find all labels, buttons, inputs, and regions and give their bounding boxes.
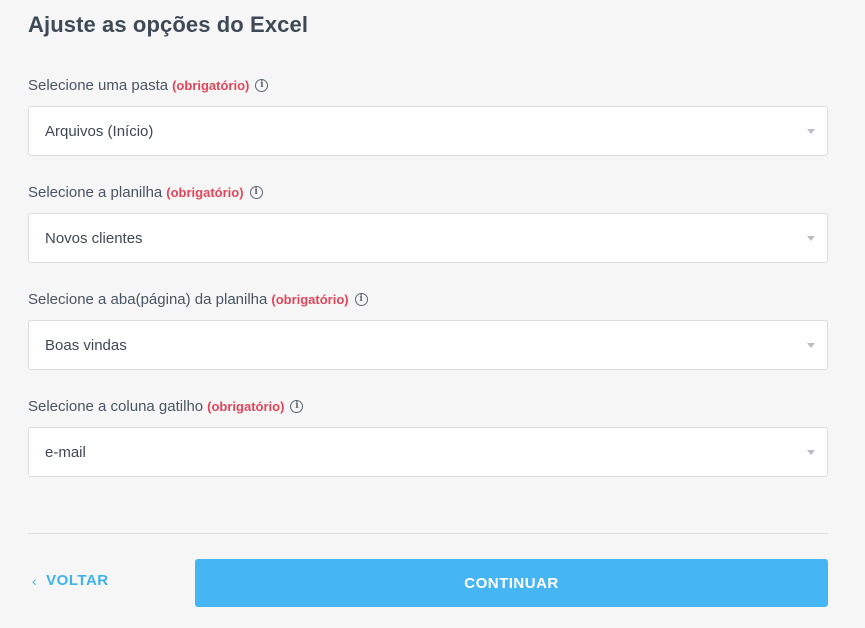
required-tag: (obrigatório) bbox=[172, 77, 250, 93]
back-button[interactable]: ‹ VOLTAR bbox=[32, 572, 109, 589]
folder-select[interactable]: Arquivos (Início) bbox=[28, 106, 828, 156]
chevron-left-icon: ‹ bbox=[32, 572, 38, 589]
required-tag: (obrigatório) bbox=[166, 184, 244, 200]
info-icon[interactable]: i bbox=[290, 399, 304, 413]
chevron-down-icon bbox=[807, 129, 815, 134]
chevron-down-icon bbox=[807, 236, 815, 241]
continue-button[interactable]: CONTINUAR bbox=[195, 559, 828, 607]
sheet-tab-label-text: Selecione a aba(página) da planilha bbox=[28, 290, 268, 308]
sheet-tab-select-value: Boas vindas bbox=[45, 336, 127, 354]
folder-label: Selecione uma pasta (obrigatório) i bbox=[28, 75, 828, 95]
back-button-label: VOLTAR bbox=[46, 572, 109, 589]
required-tag: (obrigatório) bbox=[271, 291, 349, 307]
sheet-tab-select[interactable]: Boas vindas bbox=[28, 320, 828, 370]
spreadsheet-select[interactable]: Novos clientes bbox=[28, 213, 828, 263]
divider bbox=[28, 533, 828, 534]
chevron-down-icon bbox=[807, 343, 815, 348]
sheet-tab-field: Selecione a aba(página) da planilha (obr… bbox=[28, 289, 828, 370]
spreadsheet-select-value: Novos clientes bbox=[45, 229, 143, 247]
excel-options-page: Ajuste as opções do Excel Selecione uma … bbox=[0, 0, 865, 628]
chevron-down-icon bbox=[807, 450, 815, 455]
info-icon[interactable]: i bbox=[255, 78, 269, 92]
spreadsheet-label: Selecione a planilha (obrigatório) i bbox=[28, 182, 828, 202]
spreadsheet-label-text: Selecione a planilha bbox=[28, 183, 163, 201]
info-icon[interactable]: i bbox=[249, 185, 263, 199]
spreadsheet-field: Selecione a planilha (obrigatório) i Nov… bbox=[28, 182, 828, 263]
folder-select-value: Arquivos (Início) bbox=[45, 122, 154, 140]
required-tag: (obrigatório) bbox=[207, 398, 285, 414]
folder-label-text: Selecione uma pasta bbox=[28, 76, 169, 94]
trigger-column-field: Selecione a coluna gatilho (obrigatório)… bbox=[28, 396, 828, 477]
trigger-column-label-text: Selecione a coluna gatilho bbox=[28, 397, 204, 415]
trigger-column-select[interactable]: e-mail bbox=[28, 427, 828, 477]
page-title: Ajuste as opções do Excel bbox=[28, 12, 309, 37]
folder-field: Selecione uma pasta (obrigatório) i Arqu… bbox=[28, 75, 828, 156]
info-icon[interactable]: i bbox=[354, 292, 368, 306]
sheet-tab-label: Selecione a aba(página) da planilha (obr… bbox=[28, 289, 828, 309]
trigger-column-label: Selecione a coluna gatilho (obrigatório)… bbox=[28, 396, 828, 416]
trigger-column-select-value: e-mail bbox=[45, 443, 86, 461]
